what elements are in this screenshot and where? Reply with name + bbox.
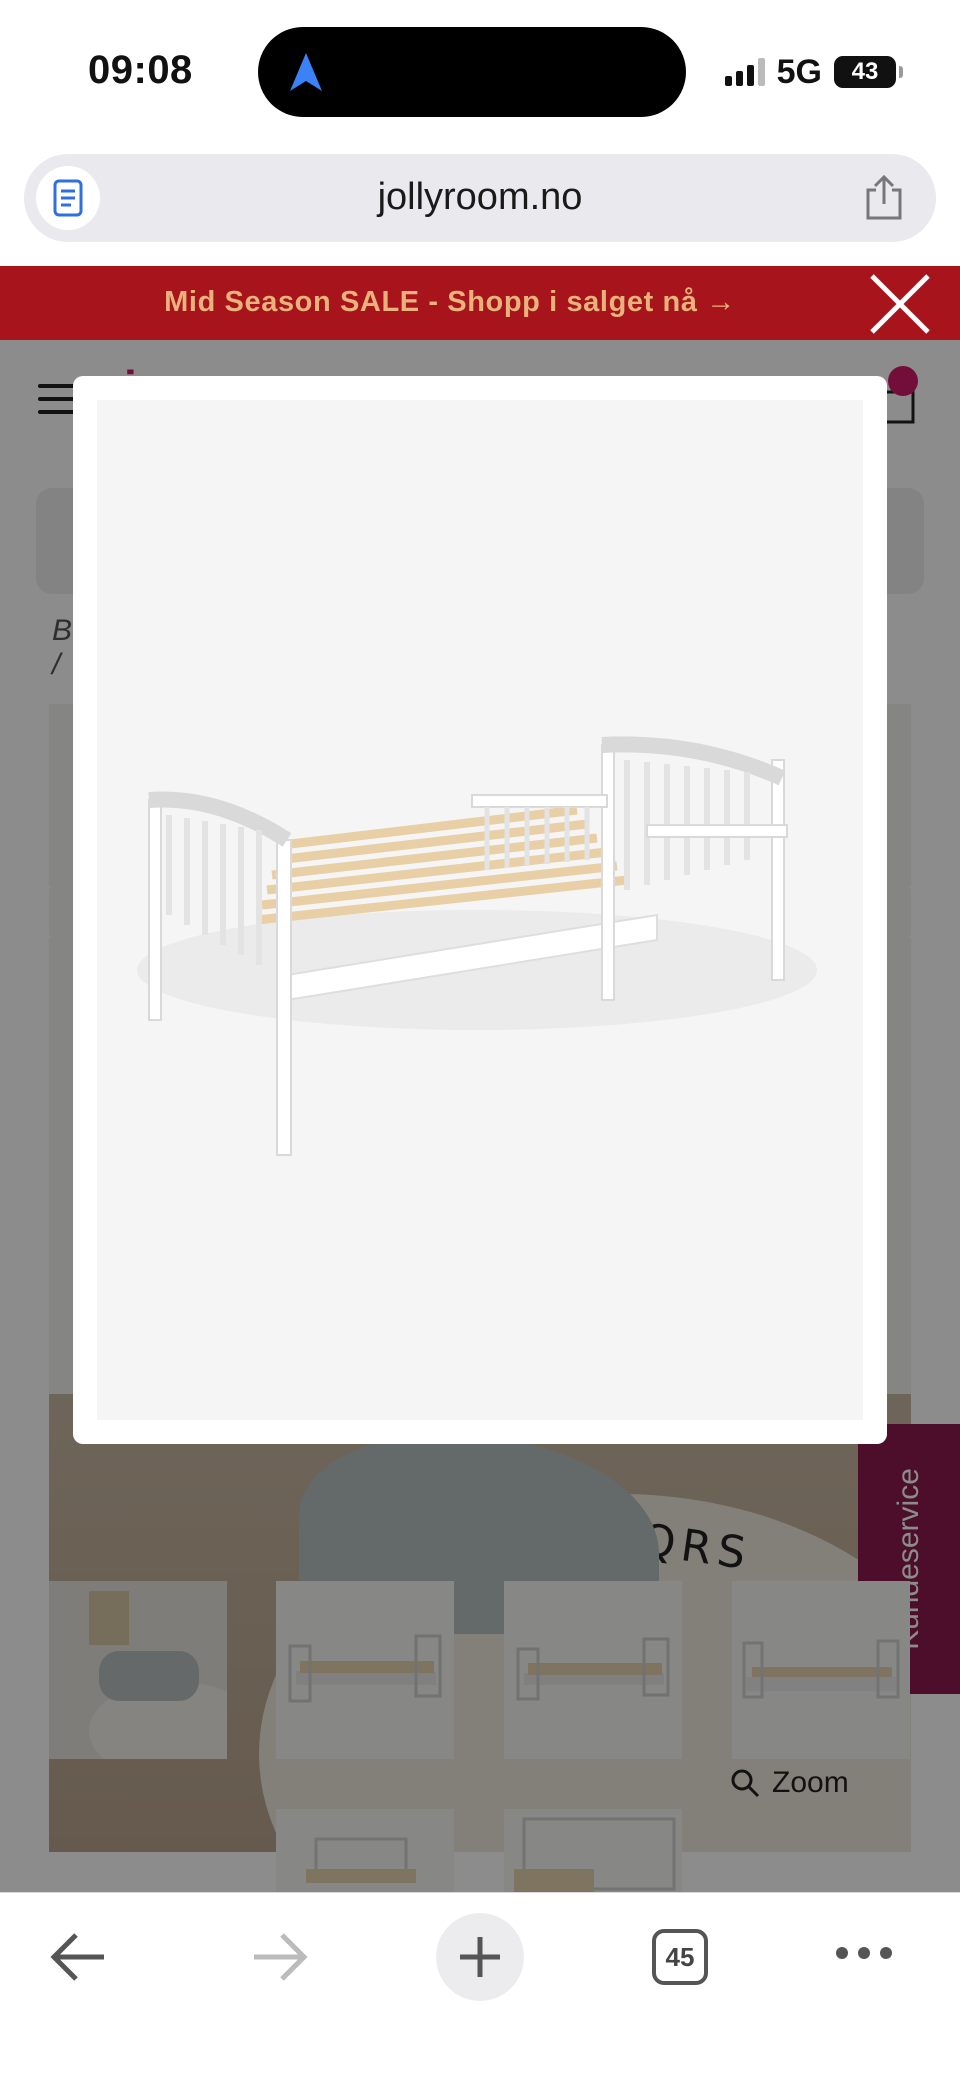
status-time: 09:08 bbox=[88, 48, 193, 92]
bed-slats bbox=[256, 805, 628, 925]
status-bar: 09:08 5G 43 bbox=[0, 0, 960, 140]
web-page: Mid Season SALE - Shopp i salget nå → j … bbox=[0, 266, 960, 1892]
browser-toolbar: 45 bbox=[0, 1892, 960, 2081]
back-arrow-icon[interactable] bbox=[48, 1929, 108, 1985]
signal-bars-icon bbox=[724, 58, 765, 86]
screen: 09:08 5G 43 jollyroom.no Mid Season SALE… bbox=[0, 0, 960, 2081]
status-indicators: 5G 43 bbox=[724, 52, 903, 92]
new-tab-button[interactable] bbox=[436, 1913, 524, 2001]
share-icon[interactable] bbox=[862, 174, 906, 222]
more-icon[interactable] bbox=[834, 1945, 894, 1961]
toddler-bed-image bbox=[137, 736, 817, 1156]
network-type: 5G bbox=[776, 52, 822, 91]
location-arrow-icon bbox=[290, 53, 322, 91]
forward-arrow-icon[interactable] bbox=[250, 1929, 310, 1985]
address-bar[interactable]: jollyroom.no bbox=[24, 154, 936, 242]
plus-icon bbox=[460, 1937, 500, 1977]
battery-icon: 43 bbox=[834, 56, 903, 88]
dynamic-island bbox=[258, 27, 686, 117]
tabs-count: 45 bbox=[665, 1941, 695, 1972]
battery-level: 43 bbox=[851, 58, 879, 85]
url-text[interactable]: jollyroom.no bbox=[24, 176, 936, 219]
close-icon[interactable] bbox=[866, 270, 934, 338]
promo-banner[interactable]: Mid Season SALE - Shopp i salget nå → bbox=[0, 266, 960, 340]
lightbox-image[interactable] bbox=[97, 400, 863, 1420]
image-lightbox bbox=[73, 376, 887, 1444]
tabs-icon[interactable]: 45 bbox=[652, 1929, 708, 1985]
promo-text[interactable]: Mid Season SALE - Shopp i salget nå → bbox=[0, 286, 900, 319]
